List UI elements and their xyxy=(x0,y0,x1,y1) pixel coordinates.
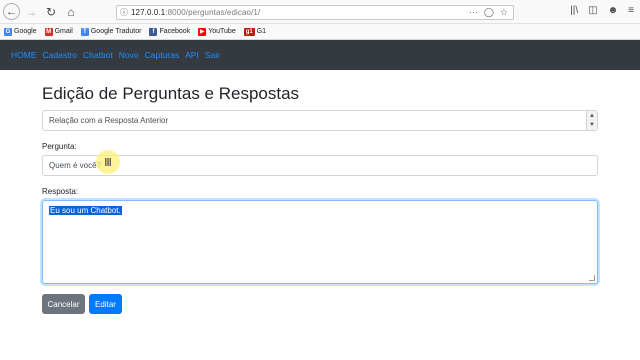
nav-novo[interactable]: Novo xyxy=(119,50,139,60)
bookmark-label: G1 xyxy=(256,28,267,35)
text-cursor-icon: Ⅲ xyxy=(96,150,120,174)
answer-label: Resposta: xyxy=(42,187,79,196)
question-input[interactable]: Quem é você? Ⅲ xyxy=(42,150,598,176)
sidebar-icon[interactable]: ◫ xyxy=(588,5,597,16)
nav-capturas[interactable]: Capturas xyxy=(145,50,180,60)
cancel-button[interactable]: Cancelar xyxy=(42,294,85,314)
form-buttons: Cancelar Editar xyxy=(42,294,598,314)
edit-form: Edição de Perguntas e Respostas Relação … xyxy=(42,84,598,314)
bookmark-label: YouTube xyxy=(208,28,236,35)
bookmark-gmail[interactable]: M Gmail xyxy=(44,27,73,36)
account-icon[interactable]: ☻ xyxy=(608,5,619,16)
forward-arrow-icon[interactable]: → xyxy=(22,3,40,21)
url-path: :8000/perguntas/edicao/1/ xyxy=(165,8,261,17)
select-arrows-icon[interactable]: ▲ ▼ xyxy=(586,111,597,130)
nav-api[interactable]: API xyxy=(185,50,199,60)
page-title: Edição de Perguntas e Respostas xyxy=(42,84,300,103)
g1-icon: g1 xyxy=(243,27,255,36)
app-navbar: HOME Cadastro Chatbot Novo Capturas API … xyxy=(0,40,640,70)
bookmark-youtube[interactable]: ▶ YouTube xyxy=(198,27,236,36)
nav-cadastro[interactable]: Cadastro xyxy=(43,50,78,60)
bookmark-google-tradutor[interactable]: T Google Tradutor xyxy=(80,27,142,36)
google-icon: G xyxy=(4,27,12,36)
bookmark-google[interactable]: G Google xyxy=(4,27,37,36)
bookmarks-bar: G Google M Gmail T Google Tradutor f Fac… xyxy=(0,24,640,40)
answer-textarea[interactable]: Eu sou um Chatbot. xyxy=(42,200,598,284)
bookmark-label: Facebook xyxy=(159,28,191,35)
question-label: Pergunta: xyxy=(42,142,77,151)
address-bar[interactable]: ⓘ 127.0.0.1:8000/perguntas/edicao/1/ ···… xyxy=(116,5,514,20)
bookmark-facebook[interactable]: f Facebook xyxy=(149,27,191,36)
browser-toolbar: ← → ↻ ⌂ ⓘ 127.0.0.1:8000/perguntas/edica… xyxy=(0,0,640,24)
gmail-icon: M xyxy=(44,27,53,36)
home-icon[interactable]: ⌂ xyxy=(62,3,80,21)
translate-icon: T xyxy=(80,27,89,36)
youtube-icon: ▶ xyxy=(198,27,207,36)
site-info-icon[interactable]: ⓘ xyxy=(117,7,131,18)
edit-button[interactable]: Editar xyxy=(89,294,122,314)
pocket-icon[interactable]: ◯ xyxy=(484,7,494,18)
relation-select-value: Relação com a Resposta Anterior xyxy=(49,116,169,125)
bookmark-label: Google Tradutor xyxy=(90,28,142,35)
library-icon[interactable]: ||\ xyxy=(570,5,578,16)
menu-icon[interactable]: ≡ xyxy=(628,5,634,16)
bookmark-g1[interactable]: g1 G1 xyxy=(243,27,267,36)
reload-icon[interactable]: ↻ xyxy=(42,3,60,21)
answer-value: Eu sou um Chatbot. xyxy=(49,206,122,215)
bookmark-label: Gmail xyxy=(54,28,73,35)
nav-chatbot[interactable]: Chatbot xyxy=(83,50,113,60)
url-text[interactable]: 127.0.0.1:8000/perguntas/edicao/1/ xyxy=(131,8,469,17)
resize-grip-icon[interactable] xyxy=(589,275,595,281)
question-value: Quem é você? xyxy=(49,161,102,170)
back-arrow-icon[interactable]: ← xyxy=(3,3,20,20)
bookmark-star-icon[interactable]: ☆ xyxy=(500,7,508,18)
page-actions-icon[interactable]: ··· xyxy=(469,7,478,18)
bookmark-label: Google xyxy=(14,28,37,35)
relation-select[interactable]: Relação com a Resposta Anterior ▲ ▼ xyxy=(42,110,598,131)
nav-sair[interactable]: Sair xyxy=(205,50,220,60)
facebook-icon: f xyxy=(149,27,158,36)
url-host: 127.0.0.1 xyxy=(131,8,166,17)
nav-home[interactable]: HOME xyxy=(11,50,37,60)
